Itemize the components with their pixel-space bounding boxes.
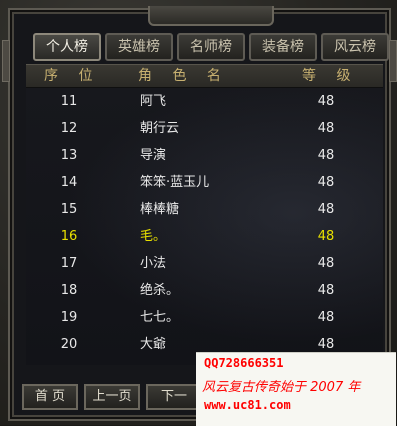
table-row[interactable]: 19 七七。 48: [26, 304, 383, 331]
row-level: 48: [317, 175, 335, 190]
row-rank: 19: [60, 310, 78, 325]
table-row[interactable]: 17 小法 48: [26, 250, 383, 277]
row-rank: 17: [60, 256, 78, 271]
row-name: 笨笨·蓝玉儿: [140, 175, 210, 190]
table-row[interactable]: 11 阿飞 48: [26, 88, 383, 115]
row-level: 48: [317, 94, 335, 109]
tab-equipment[interactable]: 装备榜: [249, 33, 317, 61]
table-row[interactable]: 18 绝杀。 48: [26, 277, 383, 304]
row-rank: 15: [60, 202, 78, 217]
watermark-url: www.uc81.com: [204, 398, 291, 412]
row-level: 48: [317, 256, 335, 271]
left-frame-ornament: [2, 40, 10, 82]
tab-personal[interactable]: 个人榜: [33, 33, 101, 61]
tab-hero[interactable]: 英雄榜: [105, 33, 173, 61]
row-rank: 18: [60, 283, 78, 298]
table-row[interactable]: 15 棒棒糖 48: [26, 196, 383, 223]
first-page-button[interactable]: 首 页: [22, 384, 78, 410]
row-name: 毛。: [140, 229, 167, 244]
row-name: 小法: [140, 256, 167, 271]
right-frame-ornament: [389, 40, 397, 82]
row-level: 48: [317, 148, 335, 163]
row-name: 阿飞: [140, 94, 167, 109]
header-level: 等 级: [302, 68, 359, 84]
row-rank: 11: [60, 94, 78, 109]
row-level: 48: [317, 283, 335, 298]
watermark-qq: QQ728666351: [204, 356, 284, 370]
row-level: 48: [317, 202, 335, 217]
header-name: 角 色 名: [138, 68, 229, 84]
header-rank: 序 位: [44, 68, 101, 84]
row-rank: 13: [60, 148, 78, 163]
table-row[interactable]: 13 导演 48: [26, 142, 383, 169]
ranking-table: 11 阿飞 48 12 朝行云 48 13 导演 48 14 笨笨·蓝玉儿 48…: [26, 88, 383, 365]
row-name: 棒棒糖: [140, 202, 180, 217]
ranking-tabs: 个人榜 英雄榜 名师榜 装备榜 风云榜: [33, 33, 389, 61]
watermark-slogan: 风云复古传奇始于 2007 年: [202, 380, 361, 395]
row-rank: 16: [60, 229, 78, 244]
watermark-overlay: QQ728666351 风云复古传奇始于 2007 年 www.uc81.com: [196, 352, 396, 426]
prev-page-button[interactable]: 上一页: [84, 384, 140, 410]
next-page-button[interactable]: 下一: [146, 384, 202, 410]
row-name: 绝杀。: [140, 283, 180, 298]
row-level: 48: [317, 310, 335, 325]
table-row-current-player[interactable]: 16 毛。 48: [26, 223, 383, 250]
row-rank: 12: [60, 121, 78, 136]
row-rank: 14: [60, 175, 78, 190]
row-rank: 20: [60, 337, 78, 352]
tab-master[interactable]: 名师榜: [177, 33, 245, 61]
ranking-window: 个人榜 英雄榜 名师榜 装备榜 风云榜 序 位 角 色 名 等 级 11 阿飞 …: [0, 0, 397, 426]
tab-fengyun[interactable]: 风云榜: [321, 33, 389, 61]
table-row[interactable]: 12 朝行云 48: [26, 115, 383, 142]
table-header: 序 位 角 色 名 等 级: [26, 64, 383, 88]
row-level: 48: [317, 121, 335, 136]
row-level: 48: [317, 229, 335, 244]
row-name: 大爺: [140, 337, 167, 352]
window-title: [148, 6, 274, 26]
row-name: 导演: [140, 148, 167, 163]
table-row[interactable]: 14 笨笨·蓝玉儿 48: [26, 169, 383, 196]
row-name: 七七。: [140, 310, 180, 325]
row-name: 朝行云: [140, 121, 180, 136]
pagination-bar: 首 页 上一页 下一: [22, 384, 202, 410]
